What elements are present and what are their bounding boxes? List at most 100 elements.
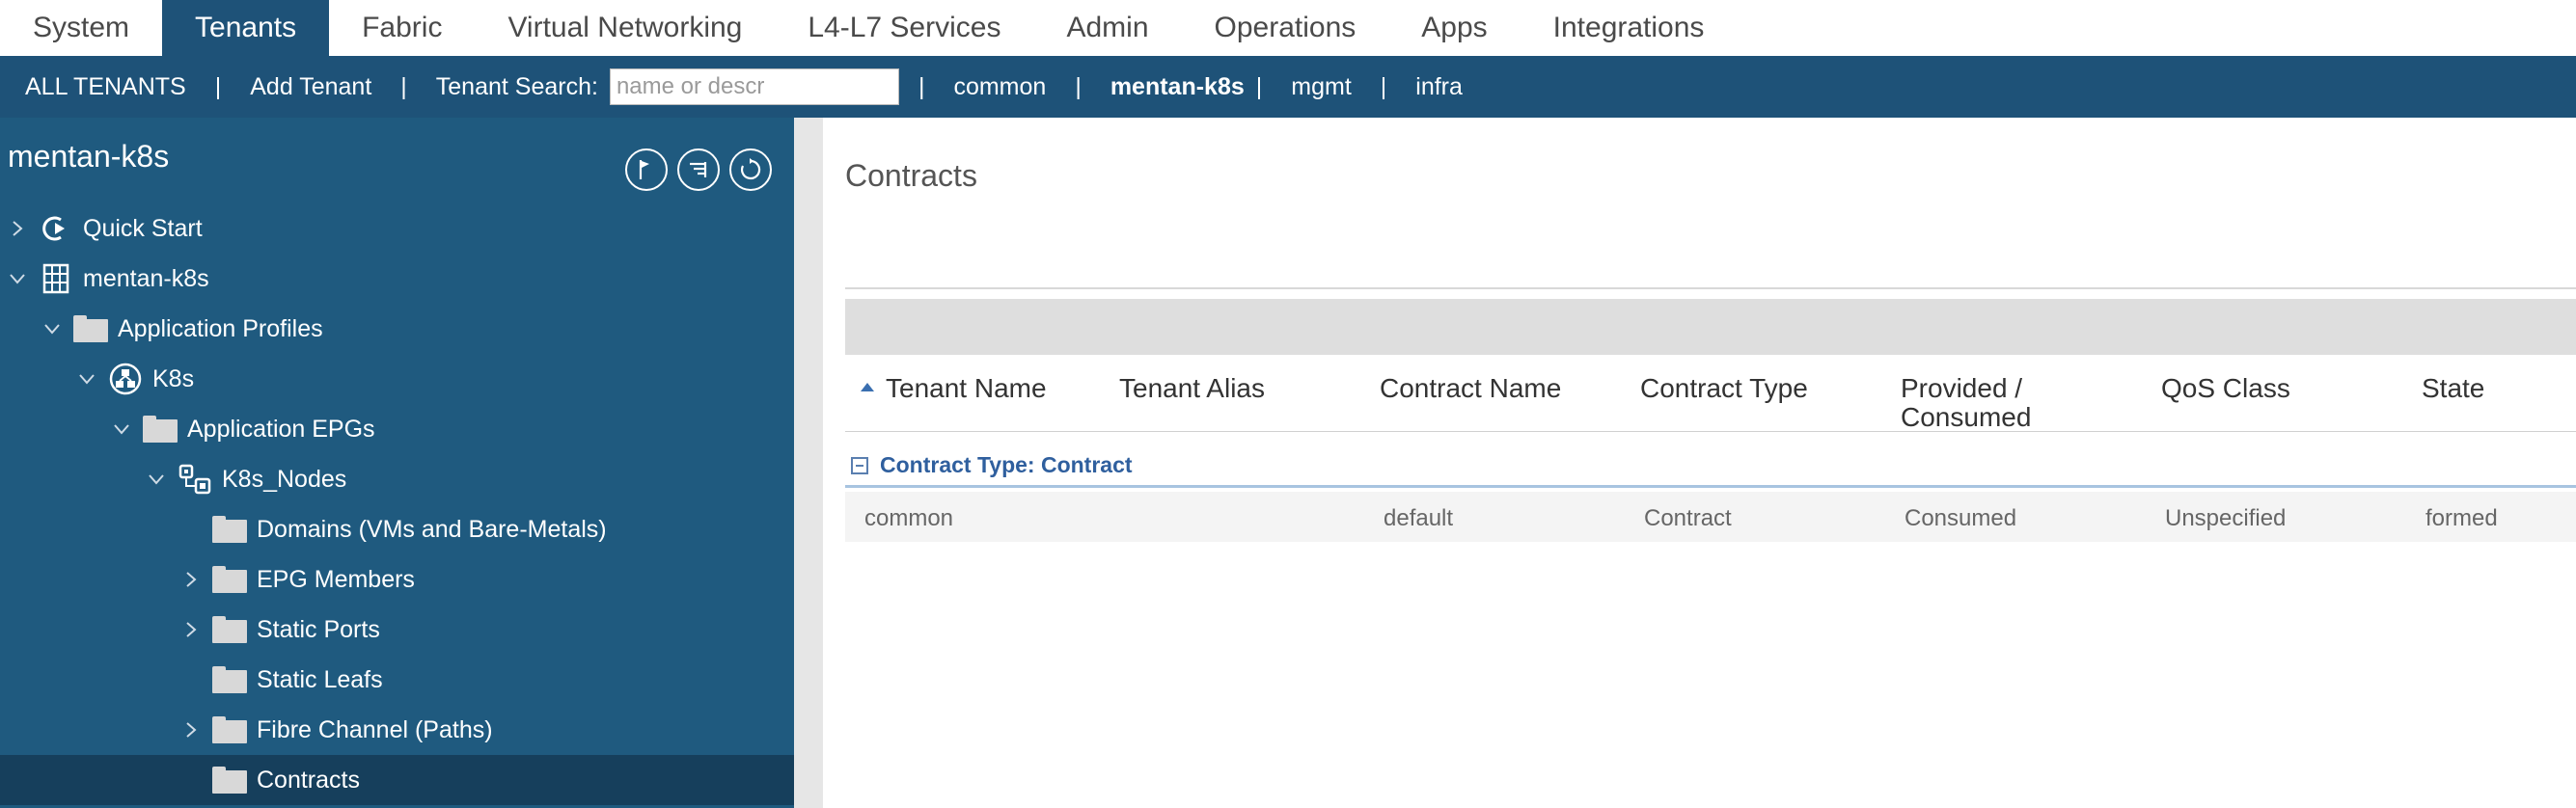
tab-tenants[interactable]: Tenants bbox=[162, 0, 330, 56]
tree-item-k8s[interactable]: K8s bbox=[0, 354, 794, 404]
tree-item-domains[interactable]: Domains (VMs and Bare-Metals) bbox=[0, 504, 794, 554]
sort-ascending-icon bbox=[861, 383, 874, 391]
tree-item-application-profiles[interactable]: Application Profiles bbox=[0, 304, 794, 354]
column-header-qos-class[interactable]: QoS Class bbox=[2161, 374, 2290, 403]
cell-contract-name: default bbox=[1384, 505, 1454, 531]
chevron-down-icon[interactable] bbox=[75, 367, 98, 391]
add-tenant-link[interactable]: Add Tenant bbox=[225, 73, 397, 101]
pane-splitter[interactable] bbox=[794, 118, 823, 808]
cell-tenant-name: common bbox=[864, 505, 954, 531]
tree-item-static-leafs[interactable]: Static Leafs bbox=[0, 655, 794, 705]
tenant-link-mgmt[interactable]: mgmt bbox=[1266, 73, 1377, 101]
tab-l4-l7-services[interactable]: L4-L7 Services bbox=[775, 0, 1033, 56]
folder-icon bbox=[212, 514, 247, 545]
table-row[interactable]: common default Contract Consumed Unspeci… bbox=[845, 492, 2576, 542]
tree-item-fibre-channel[interactable]: Fibre Channel (Paths) bbox=[0, 705, 794, 755]
folder-icon bbox=[73, 313, 108, 344]
column-header-contract-name[interactable]: Contract Name bbox=[1380, 374, 1561, 403]
folder-icon bbox=[212, 664, 247, 695]
chevron-right-icon[interactable] bbox=[179, 718, 203, 741]
folder-icon bbox=[143, 414, 178, 444]
flag-icon[interactable] bbox=[625, 148, 668, 191]
tab-virtual-networking[interactable]: Virtual Networking bbox=[475, 0, 775, 56]
tree-item-quick-start[interactable]: Quick Start bbox=[0, 203, 794, 254]
quick-start-icon bbox=[39, 213, 73, 244]
column-header-provided-consumed[interactable]: Provided / Consumed bbox=[1901, 374, 2031, 432]
separator: | bbox=[1380, 72, 1387, 100]
navigation-sidebar: mentan-k8s Quick Start mentan-k8s Applic… bbox=[0, 118, 794, 808]
table-header: Tenant Name Tenant Alias Contract Name C… bbox=[845, 363, 2576, 432]
page-title: Contracts bbox=[845, 158, 977, 193]
tree-item-label: Application Profiles bbox=[118, 314, 323, 342]
folder-icon bbox=[212, 614, 247, 645]
all-tenants-link[interactable]: ALL TENANTS bbox=[0, 73, 211, 101]
tree-item-label: mentan-k8s bbox=[83, 264, 209, 292]
tree-item-epg-members[interactable]: EPG Members bbox=[0, 554, 794, 605]
column-header-state[interactable]: State bbox=[2422, 374, 2484, 403]
tenant-link-common[interactable]: common bbox=[928, 73, 1071, 101]
tab-integrations[interactable]: Integrations bbox=[1521, 0, 1738, 56]
tree-item-label: K8s_Nodes bbox=[222, 465, 347, 493]
tab-system[interactable]: System bbox=[0, 0, 162, 56]
refresh-icon[interactable] bbox=[729, 148, 772, 191]
tree-item-k8s-nodes[interactable]: K8s_Nodes bbox=[0, 454, 794, 504]
chevron-right-icon[interactable] bbox=[6, 217, 29, 240]
separator: | bbox=[214, 72, 222, 100]
collapse-group-icon[interactable] bbox=[851, 456, 868, 474]
chevron-down-icon[interactable] bbox=[110, 417, 133, 441]
tenant-search-input[interactable] bbox=[609, 68, 899, 105]
divider bbox=[845, 287, 2576, 289]
chevron-down-icon[interactable] bbox=[145, 468, 168, 491]
sidebar-title: mentan-k8s bbox=[8, 139, 170, 174]
sidebar-tools bbox=[625, 148, 772, 191]
tenant-grid-icon bbox=[39, 263, 73, 294]
cell-provided-consumed: Consumed bbox=[1905, 505, 2017, 531]
cell-state: formed bbox=[2425, 505, 2498, 531]
group-label: Contract Type: Contract bbox=[880, 452, 1133, 477]
cell-qos-class: Unspecified bbox=[2165, 505, 2287, 531]
tab-admin[interactable]: Admin bbox=[1033, 0, 1181, 56]
chevron-down-icon[interactable] bbox=[41, 317, 64, 340]
tree-item-label: Domains (VMs and Bare-Metals) bbox=[257, 515, 607, 543]
app-profile-icon bbox=[108, 363, 143, 395]
tree-item-label: Quick Start bbox=[83, 214, 203, 242]
tenant-link-mentan-k8s[interactable]: mentan-k8s bbox=[1085, 73, 1252, 101]
table-toolbar bbox=[845, 299, 2576, 355]
epg-icon bbox=[178, 464, 212, 495]
tab-fabric[interactable]: Fabric bbox=[329, 0, 475, 56]
folder-icon bbox=[212, 564, 247, 595]
tree-item-label: Fibre Channel (Paths) bbox=[257, 715, 493, 743]
chevron-right-icon[interactable] bbox=[179, 568, 203, 591]
chevron-down-icon[interactable] bbox=[6, 267, 29, 290]
separator: | bbox=[1075, 72, 1082, 100]
column-header-contract-type[interactable]: Contract Type bbox=[1640, 374, 1808, 403]
tab-operations[interactable]: Operations bbox=[1182, 0, 1389, 56]
separator: | bbox=[1255, 72, 1263, 100]
column-header-tenant-name[interactable]: Tenant Name bbox=[861, 374, 1047, 403]
tree-item-contracts[interactable]: Contracts bbox=[0, 755, 794, 805]
separator: | bbox=[400, 72, 407, 100]
tree-item-label: Contracts bbox=[257, 766, 360, 794]
list-filter-icon[interactable] bbox=[677, 148, 720, 191]
folder-icon bbox=[212, 714, 247, 745]
group-header-contract-type: Contract Type: Contract bbox=[845, 445, 2576, 488]
tenant-subnav: ALL TENANTS | Add Tenant | Tenant Search… bbox=[0, 56, 2576, 118]
tenant-search-label: Tenant Search: bbox=[435, 72, 598, 100]
tab-apps[interactable]: Apps bbox=[1388, 0, 1520, 56]
chevron-right-icon[interactable] bbox=[179, 618, 203, 641]
tree-item-label: EPG Members bbox=[257, 565, 415, 593]
top-nav: System Tenants Fabric Virtual Networking… bbox=[0, 0, 2576, 56]
tree-item-label: Application EPGs bbox=[187, 415, 375, 443]
tree-item-label: Static Ports bbox=[257, 615, 380, 643]
tree-item-tenant[interactable]: mentan-k8s bbox=[0, 254, 794, 304]
tenant-link-infra[interactable]: infra bbox=[1390, 73, 1488, 101]
main-panel: Contracts Tenant Name Tenant Alias Contr… bbox=[823, 118, 2576, 808]
tree-item-label: K8s bbox=[152, 364, 195, 392]
separator: | bbox=[918, 72, 925, 100]
tree-item-label: Static Leafs bbox=[257, 665, 383, 693]
folder-icon bbox=[212, 765, 247, 795]
tree-item-application-epgs[interactable]: Application EPGs bbox=[0, 404, 794, 454]
column-header-tenant-alias[interactable]: Tenant Alias bbox=[1119, 374, 1265, 403]
tree-item-static-ports[interactable]: Static Ports bbox=[0, 605, 794, 655]
cell-contract-type: Contract bbox=[1644, 505, 1732, 531]
